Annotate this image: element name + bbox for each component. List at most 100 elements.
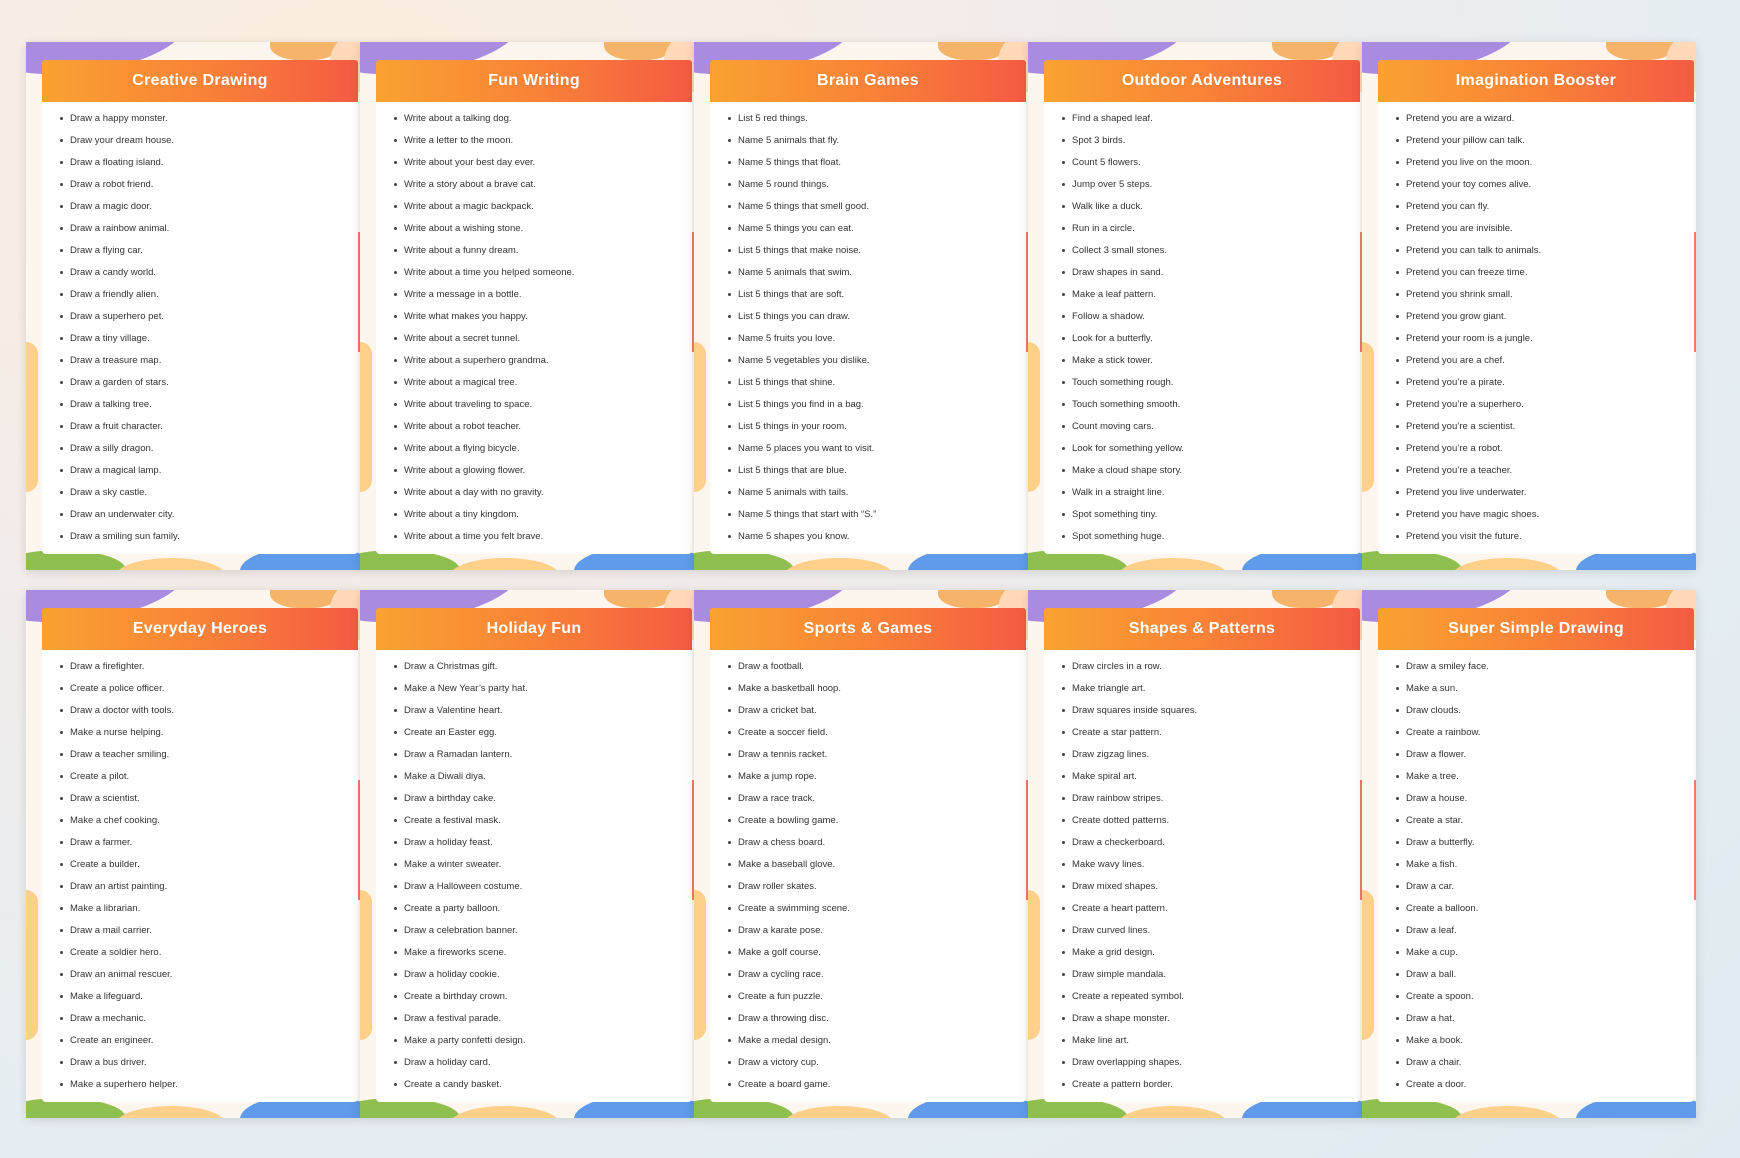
prompt-item: Write about a funny dream. [394, 244, 692, 266]
prompt-item: Draw a smiley face. [1396, 660, 1694, 682]
worksheet-card: Shapes & Patterns Draw circles in a row. M… [1028, 590, 1362, 1118]
card-sheet: Brain Games List 5 red things. Name 5 anim… [710, 60, 1026, 554]
prompt-item: Make wavy lines. [1062, 858, 1360, 880]
prompt-item: List 5 things in your room. [728, 420, 1026, 442]
prompt-list: Draw a firefighter. Create a police offic… [42, 650, 358, 1100]
prompt-item: Create a swimming scene. [728, 902, 1026, 924]
prompt-item: Draw clouds. [1396, 704, 1694, 726]
prompt-item: Draw a garden of stars. [60, 376, 358, 398]
decorative-blob [450, 1106, 560, 1118]
decorative-blob [360, 890, 372, 1040]
prompt-item: Create a police officer. [60, 682, 358, 704]
prompt-item: Make a cup. [1396, 946, 1694, 968]
decorative-blob [116, 558, 226, 570]
prompt-item: Spot 3 birds. [1062, 134, 1360, 156]
card-title: Everyday Heroes [132, 620, 268, 637]
card-title: Brain Games [816, 72, 919, 89]
decorative-blob [1452, 1106, 1562, 1118]
prompt-item: Draw shapes in sand. [1062, 266, 1360, 288]
prompt-item: Draw a rainbow animal. [60, 222, 358, 244]
card-sheet: Fun Writing Write about a talking dog. Wri… [376, 60, 692, 554]
prompt-item: Draw a sky castle. [60, 486, 358, 508]
prompt-item: Draw a teacher smiling. [60, 748, 358, 770]
prompt-item: Pretend you are invisible. [1396, 222, 1694, 244]
prompt-item: Create a builder. [60, 858, 358, 880]
prompt-item: Draw a ball. [1396, 968, 1694, 990]
worksheet-card: Holiday Fun Draw a Christmas gift. Make a … [360, 590, 694, 1118]
card-header: Shapes & Patterns [1044, 608, 1360, 650]
card-title: Imagination Booster [1455, 72, 1617, 89]
card-header: Sports & Games [710, 608, 1026, 650]
card-title: Fun Writing [488, 72, 580, 89]
prompt-item: Draw a checkerboard. [1062, 836, 1360, 858]
prompt-item: Write a message in a bottle. [394, 288, 692, 310]
prompt-item: Draw a Halloween costume. [394, 880, 692, 902]
prompt-item: Write what makes you happy. [394, 310, 692, 332]
worksheet-collection: Creative Drawing Draw a happy monster. Dra… [0, 0, 1740, 1158]
prompt-item: Draw squares inside squares. [1062, 704, 1360, 726]
prompt-item: Pretend your room is a jungle. [1396, 332, 1694, 354]
prompt-item: Name 5 things that start with “S.” [728, 508, 1026, 530]
prompt-item: Make spiral art. [1062, 770, 1360, 792]
prompt-item: Draw a flying car. [60, 244, 358, 266]
decorative-blob [450, 558, 560, 570]
card-header: Creative Drawing [42, 60, 358, 102]
prompt-item: Draw a Ramadan lantern. [394, 748, 692, 770]
worksheet-card: Super Simple Drawing Draw a smiley face. M… [1362, 590, 1696, 1118]
prompt-item: Draw curved lines. [1062, 924, 1360, 946]
prompt-item: List 5 things that are soft. [728, 288, 1026, 310]
prompt-item: Look for something yellow. [1062, 442, 1360, 464]
prompt-item: Create a board game. [728, 1078, 1026, 1100]
prompt-item: Draw a shape monster. [1062, 1012, 1360, 1034]
card-title: Holiday Fun [486, 620, 582, 637]
prompt-item: Make a Diwali diya. [394, 770, 692, 792]
prompt-item: List 5 things that shine. [728, 376, 1026, 398]
prompt-item: Write about a talking dog. [394, 112, 692, 134]
prompt-item: Draw a victory cup. [728, 1056, 1026, 1078]
prompt-item: Draw a race track. [728, 792, 1026, 814]
prompt-item: Make a fish. [1396, 858, 1694, 880]
prompt-item: Name 5 things you can eat. [728, 222, 1026, 244]
prompt-item: Pretend you live on the moon. [1396, 156, 1694, 178]
card-sheet: Imagination Booster Pretend you are a wiz… [1378, 60, 1694, 554]
prompt-list: List 5 red things. Name 5 animals that fl… [710, 102, 1026, 552]
prompt-item: Draw a cricket bat. [728, 704, 1026, 726]
prompt-item: Create a spoon. [1396, 990, 1694, 1012]
prompt-item: Create a birthday crown. [394, 990, 692, 1012]
prompt-item: Draw simple mandala. [1062, 968, 1360, 990]
prompt-item: Create a festival mask. [394, 814, 692, 836]
prompt-item: Draw zigzag lines. [1062, 748, 1360, 770]
prompt-item: Make a tree. [1396, 770, 1694, 792]
prompt-item: Make a chef cooking. [60, 814, 358, 836]
prompt-item: Create a heart pattern. [1062, 902, 1360, 924]
prompt-item: Walk in a straight line. [1062, 486, 1360, 508]
prompt-item: Make a basketball hoop. [728, 682, 1026, 704]
prompt-item: List 5 things you can draw. [728, 310, 1026, 332]
prompt-item: Write about a tiny kingdom. [394, 508, 692, 530]
prompt-list: Pretend you are a wizard. Pretend your pi… [1378, 102, 1694, 552]
prompt-item: Make a New Year’s party hat. [394, 682, 692, 704]
prompt-item: Run in a circle. [1062, 222, 1360, 244]
worksheet-card: Outdoor Adventures Find a shaped leaf. Spo… [1028, 42, 1362, 570]
card-sheet: Holiday Fun Draw a Christmas gift. Make a … [376, 608, 692, 1102]
prompt-item: Draw a farmer. [60, 836, 358, 858]
prompt-item: Write about a wishing stone. [394, 222, 692, 244]
prompt-item: List 5 things that make noise. [728, 244, 1026, 266]
prompt-item: Pretend you shrink small. [1396, 288, 1694, 310]
prompt-item: Pretend you can freeze time. [1396, 266, 1694, 288]
card-sheet: Everyday Heroes Draw a firefighter. Create… [42, 608, 358, 1102]
prompt-item: Draw a Christmas gift. [394, 660, 692, 682]
decorative-blob [1452, 558, 1562, 570]
prompt-item: Write a story about a brave cat. [394, 178, 692, 200]
card-sheet: Outdoor Adventures Find a shaped leaf. Spo… [1044, 60, 1360, 554]
prompt-item: Create a pilot. [60, 770, 358, 792]
prompt-item: Write a letter to the moon. [394, 134, 692, 156]
prompt-item: Create a fun puzzle. [728, 990, 1026, 1012]
worksheet-card: Creative Drawing Draw a happy monster. Dra… [26, 42, 360, 570]
prompt-item: Make a party confetti design. [394, 1034, 692, 1056]
prompt-item: Draw circles in a row. [1062, 660, 1360, 682]
card-header: Imagination Booster [1378, 60, 1694, 102]
prompt-item: Draw your dream house. [60, 134, 358, 156]
prompt-item: Draw a silly dragon. [60, 442, 358, 464]
decorative-blob [784, 1106, 894, 1118]
